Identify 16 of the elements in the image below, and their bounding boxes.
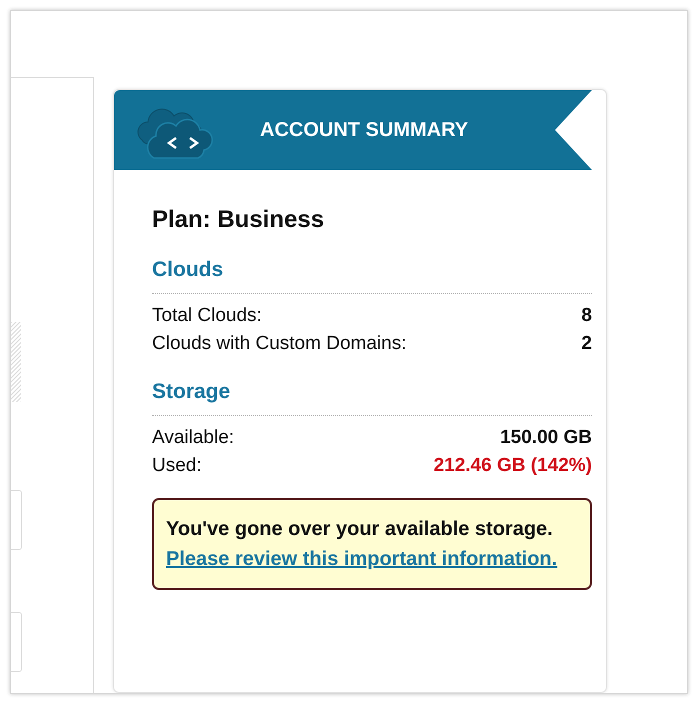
section-heading: Clouds (152, 258, 592, 294)
row-value: 150.00 GB (500, 426, 592, 450)
storage-warning: You've gone over your available storage. Please review this important information. (152, 498, 592, 590)
row-label: Used: (152, 454, 202, 478)
row-label: Available: (152, 426, 234, 450)
review-link[interactable]: Please review this important information. (166, 548, 558, 570)
row-value: 212.46 GB (142%) (434, 454, 592, 478)
row-value: 8 (581, 304, 592, 328)
row-label: Total Clouds: (152, 304, 262, 328)
panel-title: ACCOUNT SUMMARY (260, 118, 468, 142)
row-label: Clouds with Custom Domains: (152, 332, 406, 356)
input-field[interactable] (11, 612, 22, 672)
section-heading: Storage (152, 380, 592, 416)
plan-name: Plan: Business (152, 206, 326, 234)
input-field[interactable] (11, 490, 22, 550)
row-value: 2 (581, 332, 592, 356)
